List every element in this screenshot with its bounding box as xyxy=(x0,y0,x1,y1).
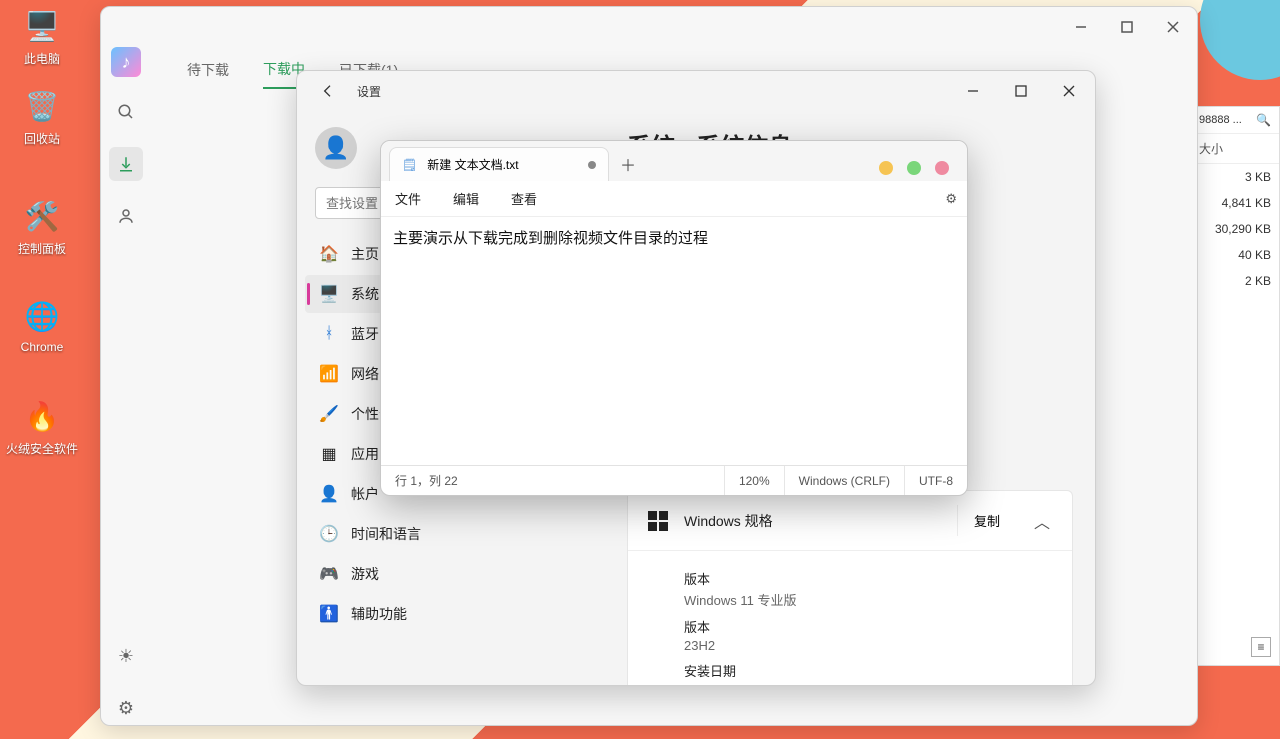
notepad-tab[interactable]: 🗒 新建 文本文档.txt xyxy=(389,147,609,181)
search-button[interactable] xyxy=(109,95,143,129)
file-size-cell[interactable]: 3 KB xyxy=(1191,164,1279,190)
sidebar-item-label: 系统 xyxy=(351,284,379,304)
column-header-size[interactable]: 大小 xyxy=(1191,134,1279,164)
sidebar-item-label: 辅助功能 xyxy=(351,604,407,624)
spec-title: Windows 规格 xyxy=(684,511,943,531)
brush-icon: 🖌️ xyxy=(319,404,339,424)
chrome-icon: 🌐 xyxy=(22,296,62,336)
file-size-cell[interactable]: 2 KB xyxy=(1191,268,1279,294)
downloader-sidebar: ♪ ☀ ⚙ xyxy=(101,47,151,725)
spec-edition-value: Windows 11 专业版 xyxy=(684,590,1016,609)
status-zoom[interactable]: 120% xyxy=(725,466,785,495)
sidebar-item-gaming[interactable]: 🎮 游戏 xyxy=(305,555,597,593)
notepad-editor[interactable]: 主要演示从下载完成到删除视频文件目录的过程 xyxy=(381,217,967,465)
this-pc-icon: 🖥️ xyxy=(22,6,62,46)
copy-button[interactable]: 复制 xyxy=(957,505,1016,536)
sidebar-item-label: 时间和语言 xyxy=(351,524,421,544)
sidebar-item-label: 应用 xyxy=(351,444,379,464)
apps-icon: ▦ xyxy=(319,444,339,464)
file-explorer-path: 98888 ... 🔍 xyxy=(1191,107,1279,134)
sidebar-item-label: 帐户 xyxy=(351,484,379,504)
bluetooth-icon: ᚼ xyxy=(319,324,339,344)
downloads-button[interactable] xyxy=(109,147,143,181)
file-size-cell[interactable]: 40 KB xyxy=(1191,242,1279,268)
user-button[interactable] xyxy=(109,199,143,233)
sidebar-item-label: 主页 xyxy=(351,244,379,264)
status-position: 行 1，列 22 xyxy=(381,466,725,495)
desktop-icon-chrome[interactable]: 🌐 Chrome xyxy=(6,296,78,354)
windows-icon xyxy=(646,509,670,533)
file-size-cell[interactable]: 4,841 KB xyxy=(1191,190,1279,216)
desktop-icon-this-pc[interactable]: 🖥️ 此电脑 xyxy=(6,6,78,67)
window-controls xyxy=(879,161,959,175)
spec-install-label: 安装日期 xyxy=(684,661,1016,680)
close-button[interactable] xyxy=(935,161,949,175)
gear-icon[interactable]: ⚙ xyxy=(945,191,957,207)
desktop-icon-label: 火绒安全软件 xyxy=(6,440,78,457)
maximize-button[interactable] xyxy=(1113,13,1141,41)
theme-button[interactable]: ☀ xyxy=(109,639,143,673)
sidebar-item-label: 游戏 xyxy=(351,564,379,584)
file-size-cell[interactable]: 30,290 KB xyxy=(1191,216,1279,242)
app-logo: ♪ xyxy=(111,47,141,77)
sidebar-item-accessibility[interactable]: 🚹 辅助功能 xyxy=(305,595,597,633)
downloader-titlebar xyxy=(101,7,1197,47)
maximize-button[interactable] xyxy=(1005,77,1037,105)
spec-version-label: 版本 xyxy=(684,617,1016,636)
control-panel-icon: 🛠️ xyxy=(22,196,62,236)
tab-pending[interactable]: 待下载 xyxy=(187,60,229,88)
file-icon: 🗒 xyxy=(402,158,417,172)
desktop-icon-label: Chrome xyxy=(6,340,78,354)
details-pane-toggle[interactable]: ≡ xyxy=(1251,637,1271,657)
new-tab-button[interactable]: ＋ xyxy=(613,149,643,179)
minimize-button[interactable] xyxy=(957,77,989,105)
minimize-button[interactable] xyxy=(879,161,893,175)
sidebar-item-label: 蓝牙 xyxy=(351,324,379,344)
desktop-icon-recycle-bin[interactable]: 🗑️ 回收站 xyxy=(6,86,78,147)
home-icon: 🏠 xyxy=(319,244,339,264)
status-eol: Windows (CRLF) xyxy=(785,466,905,495)
menu-edit[interactable]: 编辑 xyxy=(449,185,483,212)
desktop-icon-huorong[interactable]: 🔥 火绒安全软件 xyxy=(6,396,78,457)
huorong-icon: 🔥 xyxy=(22,396,62,436)
avatar: 👤 xyxy=(315,127,357,169)
system-icon: 🖥️ xyxy=(319,284,339,304)
wifi-icon: 📶 xyxy=(319,364,339,384)
maximize-button[interactable] xyxy=(907,161,921,175)
menu-view[interactable]: 查看 xyxy=(507,185,541,212)
spec-edition-label: 版本 xyxy=(684,569,1016,588)
sidebar-item-time-language[interactable]: 🕒 时间和语言 xyxy=(305,515,597,553)
sidebar-item-label: 网络 xyxy=(351,364,379,384)
desktop-icon-label: 控制面板 xyxy=(6,240,78,257)
minimize-button[interactable] xyxy=(1067,13,1095,41)
close-button[interactable] xyxy=(1159,13,1187,41)
back-button[interactable] xyxy=(315,78,341,104)
menu-file[interactable]: 文件 xyxy=(391,185,425,212)
notepad-menubar: 文件 编辑 查看 ⚙ xyxy=(381,181,967,217)
chevron-up-icon[interactable]: ︿ xyxy=(1030,509,1054,533)
gamepad-icon: 🎮 xyxy=(319,564,339,584)
unsaved-indicator-icon xyxy=(588,161,596,169)
desktop-icon-label: 此电脑 xyxy=(6,50,78,67)
clock-icon: 🕒 xyxy=(319,524,339,544)
spec-version-value: 23H2 xyxy=(684,638,1016,653)
accessibility-icon: 🚹 xyxy=(319,604,339,624)
tab-title: 新建 文本文档.txt xyxy=(427,156,518,173)
notepad-statusbar: 行 1，列 22 120% Windows (CRLF) UTF-8 xyxy=(381,465,967,495)
search-icon[interactable]: 🔍 xyxy=(1256,113,1271,127)
windows-spec-card: Windows 规格 复制 ︿ 版本 Windows 11 专业版 版本 23H… xyxy=(627,490,1073,685)
notepad-window: 🗒 新建 文本文档.txt ＋ 文件 编辑 查看 ⚙ 主要演示从下载完成到删除视… xyxy=(380,140,968,496)
close-button[interactable] xyxy=(1053,77,1085,105)
recycle-bin-icon: 🗑️ xyxy=(22,86,62,126)
settings-button[interactable]: ⚙ xyxy=(109,691,143,725)
notepad-tabbar: 🗒 新建 文本文档.txt ＋ xyxy=(381,141,967,181)
account-icon: 👤 xyxy=(319,484,339,504)
settings-title: 设置 xyxy=(357,83,381,100)
file-explorer-partial: 98888 ... 🔍 大小 3 KB4,841 KB30,290 KB40 K… xyxy=(1190,106,1280,666)
status-encoding: UTF-8 xyxy=(905,466,967,495)
desktop-icon-label: 回收站 xyxy=(6,130,78,147)
desktop-icon-control-panel[interactable]: 🛠️ 控制面板 xyxy=(6,196,78,257)
